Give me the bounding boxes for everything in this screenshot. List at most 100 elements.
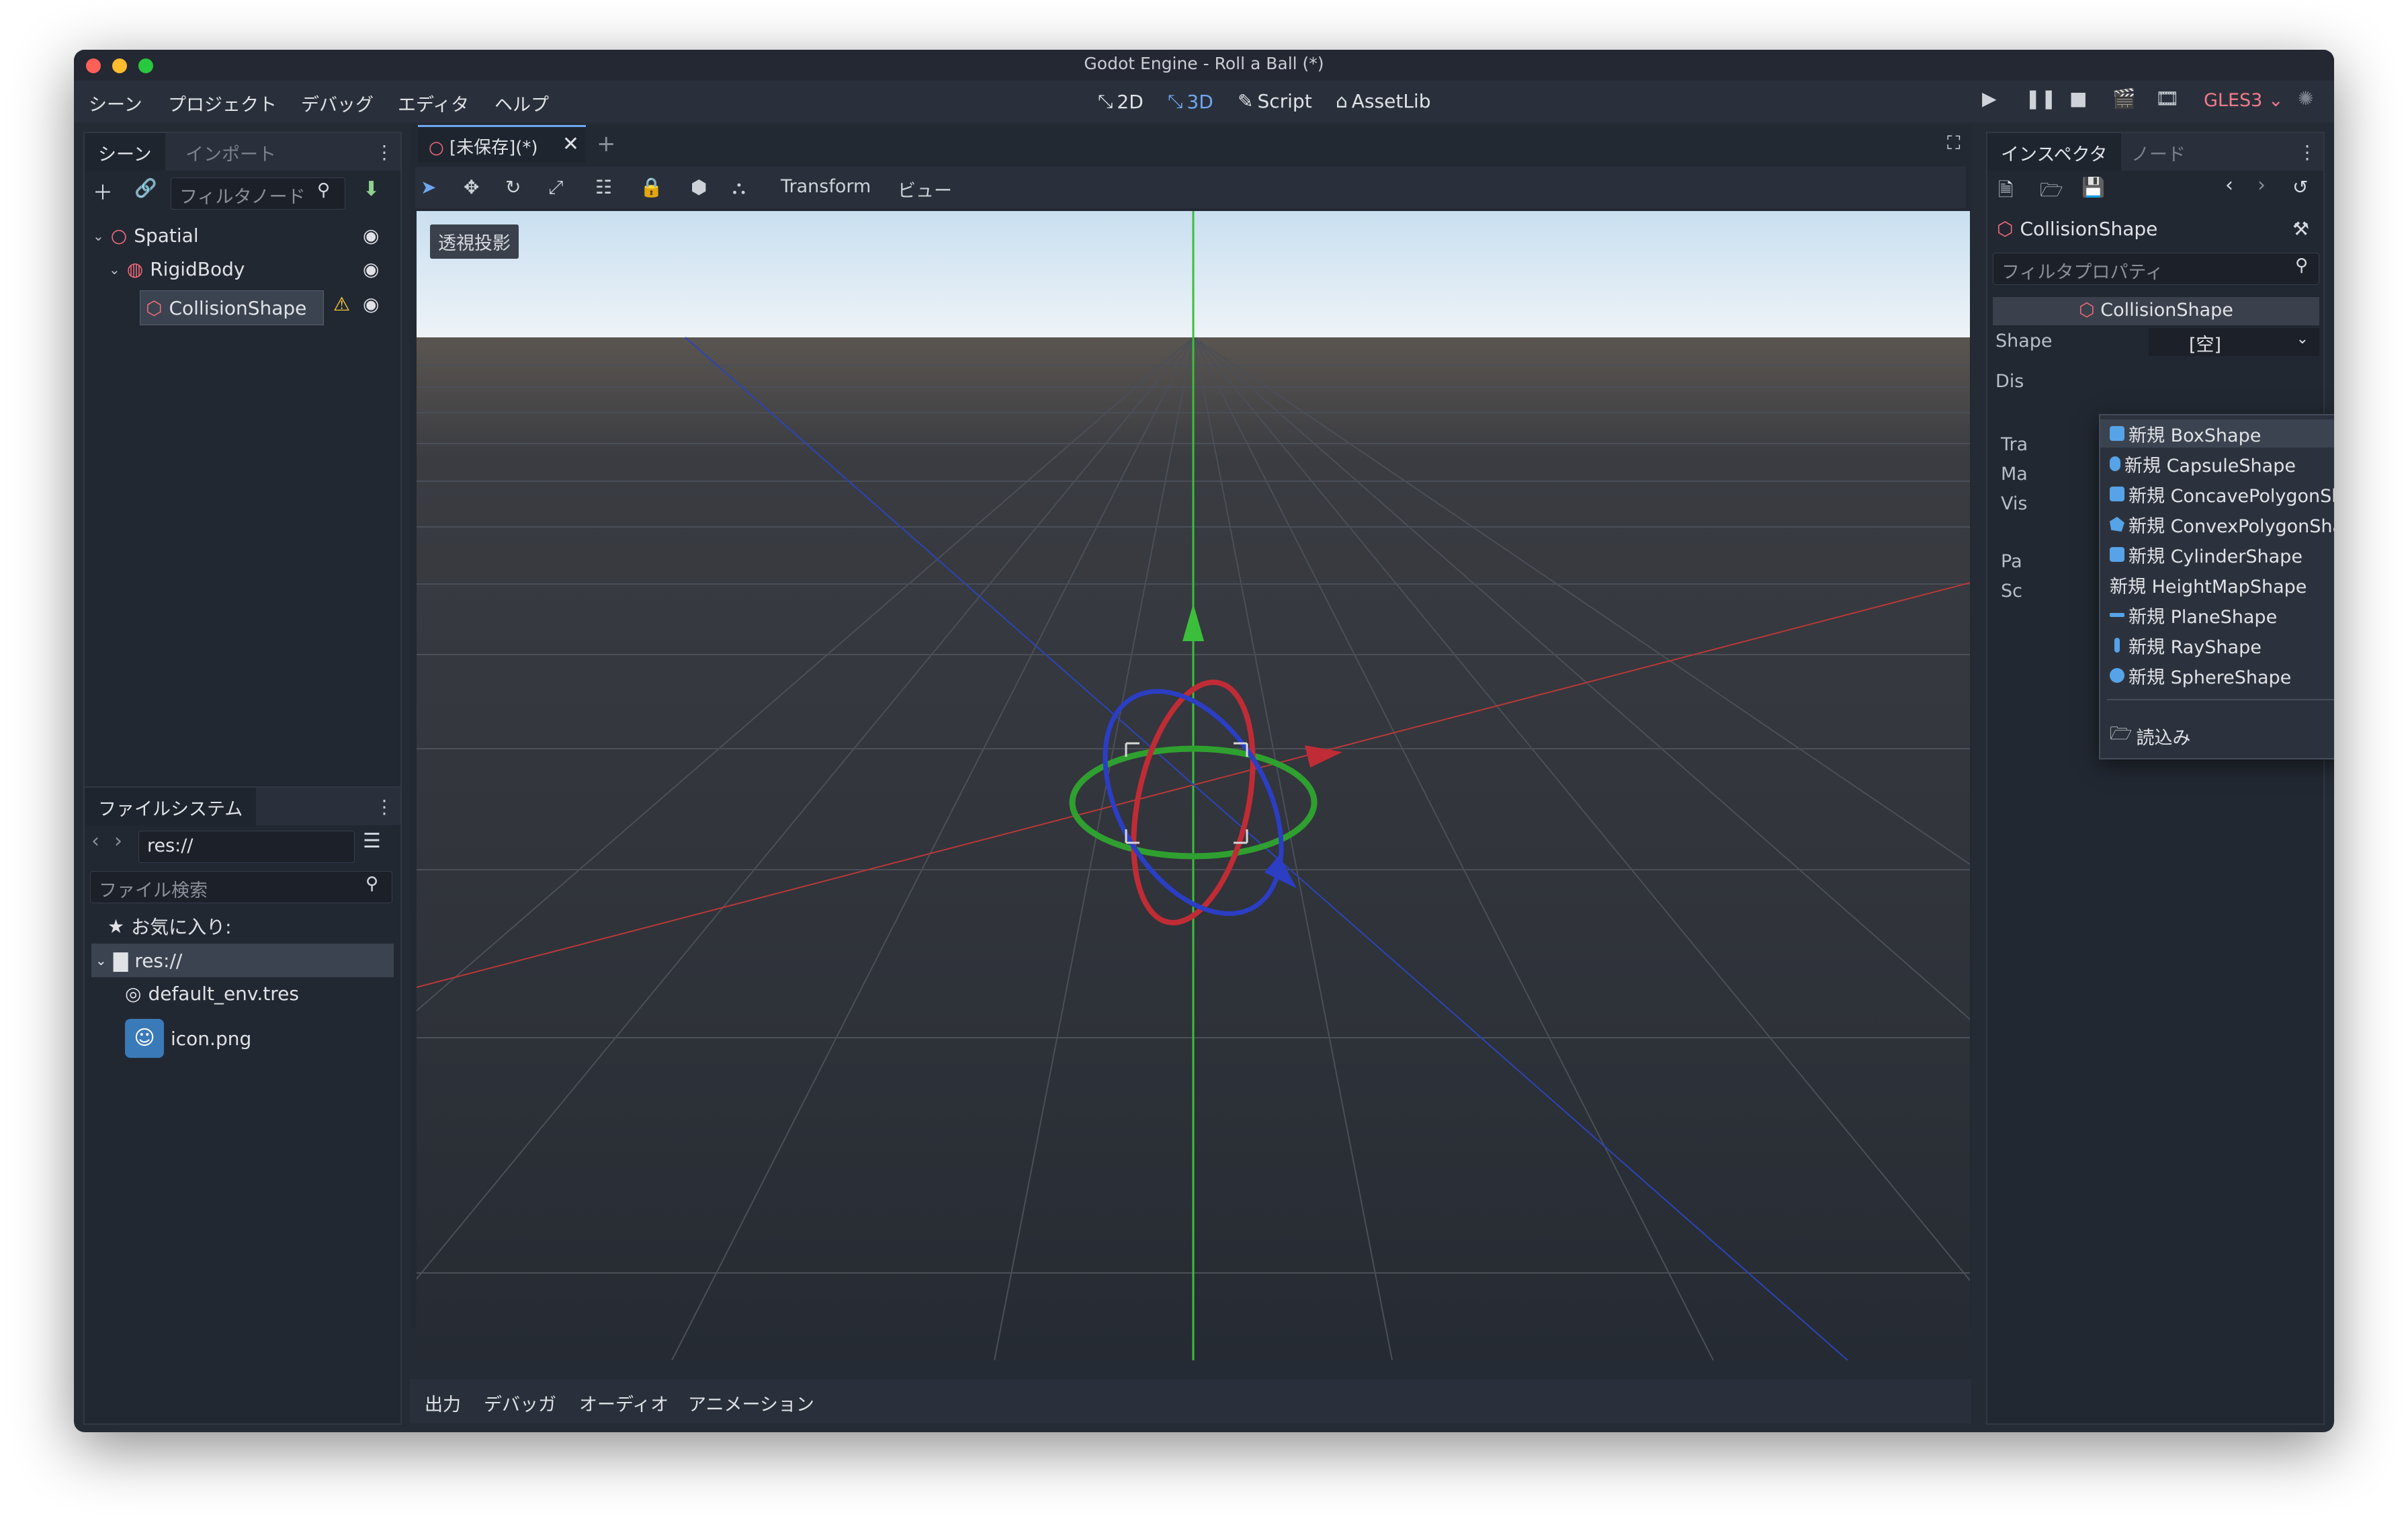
menu-item-new-convexpolygonshape[interactable]: 新規 ConvexPolygonShape	[2100, 510, 2334, 538]
fullscreen-icon[interactable]: ⛶	[1947, 132, 1961, 155]
tab-inspector[interactable]: インスペクタ	[1987, 133, 2121, 171]
script-icon: ✎	[1238, 90, 1254, 112]
menu-item-new-boxshape[interactable]: 新規 BoxShape	[2100, 419, 2334, 448]
shape-property-value[interactable]: [空] ⌄	[2149, 328, 2319, 356]
play-icon[interactable]: ▶	[1982, 87, 1997, 110]
scene-tab-unsaved[interactable]: ○ [未保存](*) ✕	[418, 125, 586, 163]
menu-item-new-cylindershape[interactable]: 新規 CylinderShape	[2100, 540, 2334, 569]
mode-2d-button[interactable]: ⤡ 2D	[1098, 90, 1144, 113]
viewport-scene	[417, 211, 1970, 1360]
object-properties-icon[interactable]: ⚒	[2292, 218, 2309, 240]
mode-3d-button[interactable]: ⤡ 3D	[1168, 90, 1213, 113]
section-header[interactable]: ⬡ CollisionShape	[1993, 297, 2319, 325]
tree-node-spatial[interactable]: ⌄ ○ Spatial	[93, 224, 199, 247]
truncated-label-dis: Dis	[1995, 371, 2024, 392]
warning-icon[interactable]: ⚠	[333, 293, 350, 315]
file-search-input[interactable]: ファイル検索	[90, 871, 392, 903]
dock-menu-icon[interactable]: ⋮	[375, 141, 394, 163]
chevron-down-icon[interactable]: ⌄	[109, 261, 120, 278]
property-filter-input[interactable]: フィルタプロパティ	[1993, 253, 2319, 285]
pause-icon[interactable]: ❚❚	[2025, 87, 2057, 110]
title-bar: Godot Engine - Roll a Ball (*)	[74, 50, 2334, 81]
view-menu[interactable]: ビュー	[898, 176, 952, 202]
file-icon-png[interactable]: ☺ icon.png	[125, 1019, 251, 1058]
attach-script-icon[interactable]: ⬇	[363, 177, 380, 201]
tab-output[interactable]: 出力	[425, 1390, 461, 1416]
transform-menu[interactable]: Transform	[781, 176, 871, 197]
res-root-row[interactable]: ⌄ ▇ res://	[91, 944, 394, 977]
local-space-icon[interactable]: ⛬	[732, 176, 746, 199]
menu-item-new-capsuleshape[interactable]: 新規 CapsuleShape	[2100, 450, 2334, 478]
menu-item-new-sphereshape[interactable]: 新規 SphereShape	[2100, 661, 2334, 690]
shape-value-label: [空]	[2189, 335, 2222, 356]
play-scene-icon[interactable]: 🎬	[2112, 87, 2136, 110]
list-view-icon[interactable]: ☰	[363, 829, 381, 853]
scale-tool-icon[interactable]: ⤢	[548, 176, 563, 199]
menu-editor[interactable]: エディタ	[398, 90, 469, 116]
move-tool-icon[interactable]: ✥	[464, 176, 479, 198]
back-arrow-icon[interactable]: ‹	[91, 829, 99, 853]
stop-icon[interactable]: ■	[2069, 87, 2087, 110]
chevron-down-icon[interactable]: ⌄	[2296, 331, 2309, 347]
new-resource-icon[interactable]: 🗎	[1998, 176, 2014, 208]
forward-arrow-icon[interactable]: ›	[114, 829, 122, 853]
viewport-area: ○ [未保存](*) ✕ + ⛶ ➤ ✥ ↻ ⤢ ☷ 🔒 ⬢ ⛬ Transfo…	[410, 125, 1971, 1360]
inspected-node-label: CollisionShape	[2020, 218, 2158, 240]
shape-dropdown-menu: 新規 BoxShape 新規 CapsuleShape 新規 ConcavePo…	[2099, 414, 2334, 759]
projection-label[interactable]: 透視投影	[430, 224, 519, 259]
close-icon[interactable]: ✕	[562, 132, 579, 156]
back-arrow-icon[interactable]: ‹	[2225, 173, 2233, 197]
open-resource-icon[interactable]: 🗁	[2040, 176, 2063, 208]
dock-menu-icon[interactable]: ⋮	[375, 796, 394, 818]
rotate-tool-icon[interactable]: ↻	[505, 176, 521, 198]
chevron-down-icon[interactable]: ⌄	[95, 952, 107, 968]
menu-debug[interactable]: デバッグ	[301, 90, 374, 116]
inspected-node: ⬡ CollisionShape	[1997, 218, 2157, 240]
tab-audio[interactable]: オーディオ	[579, 1390, 669, 1416]
tab-import[interactable]: インポート	[172, 133, 290, 171]
menu-item-new-planeshape[interactable]: 新規 PlaneShape	[2100, 601, 2334, 629]
add-node-icon[interactable]: ＋	[93, 176, 113, 206]
visibility-eye-icon[interactable]: ◉	[363, 293, 379, 315]
tab-debugger[interactable]: デバッガ	[484, 1390, 556, 1416]
tree-node-rigidbody[interactable]: ⌄ ◍ RigidBody	[109, 258, 245, 280]
save-resource-icon[interactable]: 💾	[2081, 176, 2105, 198]
lock-icon[interactable]: 🔒	[640, 176, 663, 198]
tab-node[interactable]: ノード	[2118, 133, 2199, 171]
menu-help[interactable]: ヘルプ	[494, 90, 549, 116]
mode-assetlib-button[interactable]: ⌂ AssetLib	[1336, 90, 1430, 112]
tab-filesystem[interactable]: ファイルシステム	[85, 788, 257, 825]
path-field[interactable]: res://	[138, 831, 355, 863]
select-tool-icon[interactable]: ➤	[421, 176, 436, 198]
instance-scene-icon[interactable]: 🔗	[134, 177, 157, 199]
menu-item-new-rayshape[interactable]: 新規 RayShape	[2100, 631, 2334, 659]
favorites-row[interactable]: ★ お気に入り:	[108, 913, 232, 940]
menu-item-new-heightmapshape[interactable]: 新規 HeightMapShape	[2100, 571, 2334, 599]
menu-item-new-concavepolygonshape[interactable]: 新規 ConcavePolygonShape	[2100, 480, 2334, 508]
visibility-eye-icon[interactable]: ◉	[363, 258, 379, 280]
collisionshape-node-icon: ⬡	[2079, 300, 2095, 321]
file-search-placeholder: ファイル検索	[99, 880, 208, 901]
menu-scene[interactable]: シーン	[89, 90, 142, 116]
mode-script-button[interactable]: ✎ Script	[1238, 90, 1312, 112]
star-icon: ★	[108, 915, 125, 938]
history-icon[interactable]: ↺	[2292, 176, 2308, 198]
viewport-toolbar: ➤ ✥ ↻ ⤢ ☷ 🔒 ⬢ ⛬ Transform ビュー	[415, 167, 1966, 208]
menu-item-label: 新規 PlaneShape	[2128, 606, 2278, 628]
tab-animation[interactable]: アニメーション	[688, 1390, 814, 1416]
menu-item-load[interactable]: 🗁 読込み	[2100, 722, 2334, 750]
menu-project[interactable]: プロジェクト	[168, 90, 277, 116]
chevron-down-icon[interactable]: ⌄	[93, 228, 104, 244]
group-icon[interactable]: ⬢	[691, 176, 707, 198]
list-select-icon[interactable]: ☷	[595, 176, 612, 198]
tree-node-collisionshape[interactable]: ⬡ CollisionShape	[140, 290, 324, 325]
add-scene-tab-icon[interactable]: +	[597, 130, 616, 157]
renderer-select[interactable]: GLES3 ⌄	[2204, 90, 2284, 111]
forward-arrow-icon[interactable]: ›	[2258, 173, 2266, 197]
visibility-eye-icon[interactable]: ◉	[363, 224, 379, 247]
file-default-env[interactable]: ◎ default_env.tres	[125, 983, 299, 1005]
3d-viewport[interactable]: 透視投影	[417, 211, 1970, 1360]
dock-menu-icon[interactable]: ⋮	[2298, 141, 2317, 163]
play-custom-scene-icon[interactable]: 🎞	[2155, 87, 2180, 110]
tab-scene[interactable]: シーン	[85, 133, 165, 171]
